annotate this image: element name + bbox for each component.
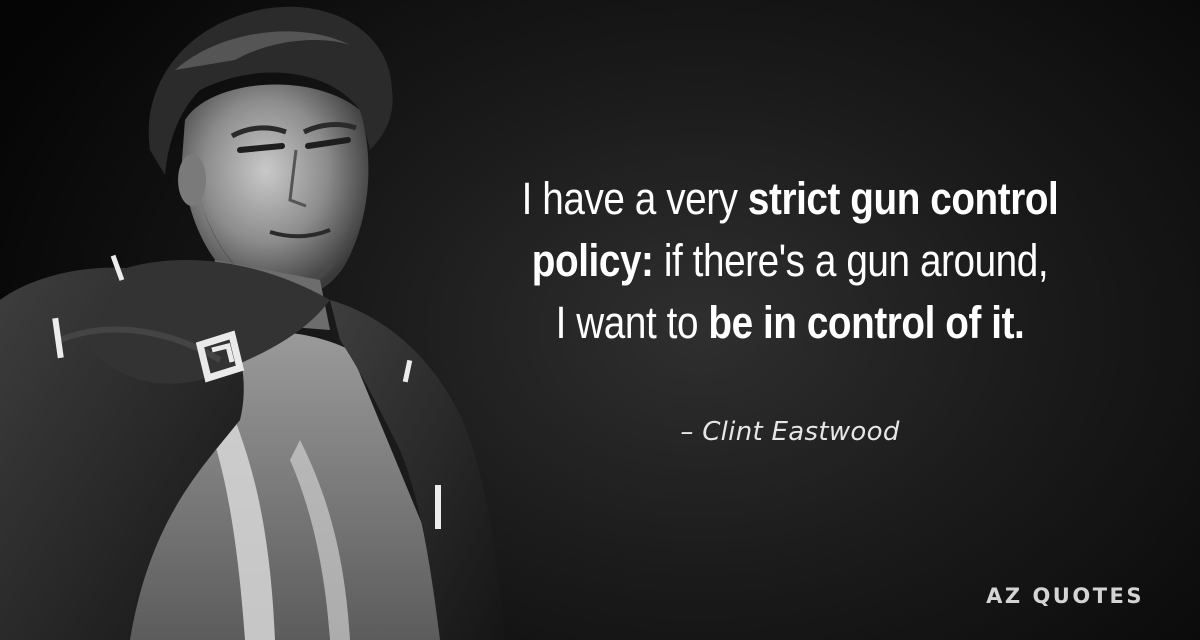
quote-segment: I have a very <box>521 173 748 224</box>
quote-segment: I want to <box>555 297 709 348</box>
quote-segment-bold: policy: <box>531 235 654 286</box>
quote-text: I have a very strict gun control policy:… <box>472 168 1108 354</box>
quote-segment-bold: strict gun control <box>747 173 1059 224</box>
quote-author: – Clint Eastwood <box>680 417 900 447</box>
brand-logo: AZ QUOTES <box>986 584 1144 608</box>
quote-line: I have a very strict gun control <box>472 168 1108 230</box>
quote-card: I have a very strict gun control policy:… <box>0 0 1200 640</box>
quote-line: policy: if there's a gun around, <box>472 230 1108 292</box>
quote-line: I want to be in control of it. <box>472 292 1108 354</box>
quote-segment: if there's a gun around, <box>653 235 1049 286</box>
quote-segment-bold: be in control of it. <box>708 297 1025 348</box>
